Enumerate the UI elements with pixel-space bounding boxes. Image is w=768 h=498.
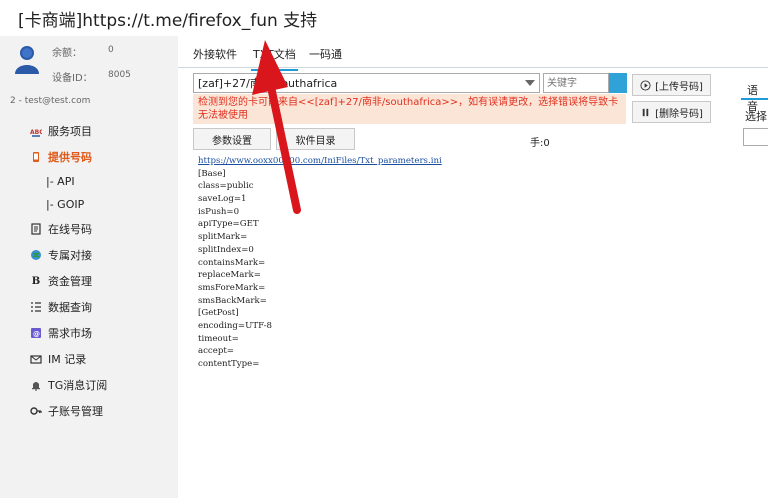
title-bar: [卡商端]https://t.me/firefox_fun 支持 <box>0 0 768 36</box>
sidebar-item-sub-accounts[interactable]: 子账号管理 <box>0 398 178 424</box>
sidebar-item-funds[interactable]: B 资金管理 <box>0 268 178 294</box>
sidebar-item-label: |- GOIP <box>46 198 85 211</box>
doc-line: accept= <box>198 346 234 357</box>
keyword-input[interactable] <box>543 73 609 93</box>
avatar <box>14 44 40 74</box>
sidebar-item-label: 资金管理 <box>48 275 92 288</box>
tab-external-software[interactable]: 外接软件 <box>193 46 237 62</box>
doc-line: apiType=GET <box>198 219 259 230</box>
account-label: 2 - test@test.com <box>10 96 91 106</box>
mail-icon <box>30 353 42 365</box>
upload-numbers-label: [上传号码] <box>655 81 703 93</box>
txt-document-view: https://www.ooxx00000.com/IniFiles/Txt_p… <box>198 156 442 372</box>
doc-line: smsForeMark= <box>198 282 266 293</box>
sidebar-item-label: 服务项目 <box>48 125 92 138</box>
software-directory-button[interactable]: 软件目录 <box>276 128 355 150</box>
sidebar-item-services[interactable]: ABC 服务项目 <box>0 118 178 144</box>
params-settings-button[interactable]: 参数设置 <box>193 128 271 150</box>
svg-text:@: @ <box>33 330 40 338</box>
play-icon <box>640 79 651 91</box>
doc-line: encoding=UTF-8 <box>198 320 273 331</box>
sidebar-item-tg-subscription[interactable]: TG消息订阅 <box>0 372 178 398</box>
b-icon: B <box>31 275 41 287</box>
doc-line: timeout= <box>198 333 239 344</box>
sidebar-item-label: TG消息订阅 <box>48 379 108 392</box>
select-label: 选择 <box>745 110 767 123</box>
sidebar-item-provide-numbers[interactable]: 提供号码 <box>0 144 178 170</box>
doc-line: isPush=0 <box>198 206 240 217</box>
doc-line: [GetPost] <box>198 308 239 319</box>
hand-count: 手:0 <box>530 138 550 149</box>
balance-value: 0 <box>108 45 114 55</box>
doc-line: replaceMark= <box>198 270 261 281</box>
country-select-value: [zaf]+27/南非/southafrica <box>198 77 338 90</box>
doc-line: saveLog=1 <box>198 194 247 205</box>
sidebar-item-label: 子账号管理 <box>48 405 103 418</box>
market-icon: @ <box>30 327 42 339</box>
tab-bar: 外接软件 TXT文档 一码通 <box>178 40 768 71</box>
list-icon <box>30 301 42 313</box>
sidebar-item-label: 数据查询 <box>48 301 92 314</box>
user-icon <box>15 46 39 74</box>
pause-icon <box>642 108 649 116</box>
tab-voice-indicator <box>741 98 768 100</box>
doc-line: splitMark= <box>198 232 248 243</box>
device-id-value: 8005 <box>108 70 131 80</box>
doc-line: smsBackMark= <box>198 295 267 306</box>
doc-line: containsMark= <box>198 257 266 268</box>
detection-warning: 检测到您的卡可能来自<<[zaf]+27/南非/southafrica>>，如有… <box>193 94 626 124</box>
doc-line: contentType= <box>198 359 260 369</box>
sidebar-item-data-query[interactable]: 数据查询 <box>0 294 178 320</box>
sidebar-item-dedicated[interactable]: 专属对接 <box>0 242 178 268</box>
svg-text:ABC: ABC <box>30 129 42 136</box>
sidebar-item-label: 在线号码 <box>48 223 92 236</box>
sidebar-item-label: 需求市场 <box>48 327 92 340</box>
right-panel: 语音 选择 <box>737 76 768 156</box>
upload-numbers-button[interactable]: [上传号码] <box>632 74 711 96</box>
tab-one-code[interactable]: 一码通 <box>309 46 342 62</box>
phone-icon <box>30 151 42 163</box>
window-title: [卡商端]https://t.me/firefox_fun 支持 <box>18 11 318 31</box>
bell-icon <box>30 379 42 391</box>
document-icon <box>30 223 42 235</box>
sidebar-item-online-numbers[interactable]: 在线号码 <box>0 216 178 242</box>
abc-icon: ABC <box>30 125 42 137</box>
key-icon <box>30 405 42 417</box>
balance-label: 余额： <box>52 48 82 59</box>
parameters-file-link[interactable]: https://www.ooxx00000.com/IniFiles/Txt_p… <box>198 156 442 169</box>
globe-icon <box>30 249 42 261</box>
doc-line: class=public <box>198 181 254 192</box>
doc-line: [Base] <box>198 168 226 179</box>
sidebar-item-api[interactable]: |- API <box>0 170 178 193</box>
sidebar-item-im-records[interactable]: IM 记录 <box>0 346 178 372</box>
sidebar-item-label: 专属对接 <box>48 249 92 262</box>
sidebar-item-label: IM 记录 <box>48 353 87 366</box>
sidebar-item-goip[interactable]: |- GOIP <box>0 193 178 216</box>
sidebar-item-label: |- API <box>46 175 75 188</box>
select-input[interactable] <box>743 128 768 146</box>
sidebar-item-label: 提供号码 <box>48 151 92 164</box>
sidebar-item-market[interactable]: @ 需求市场 <box>0 320 178 346</box>
country-select[interactable]: [zaf]+27/南非/southafrica <box>193 73 540 93</box>
tab-txt-document[interactable]: TXT文档 <box>251 46 298 71</box>
delete-numbers-label: [删除号码] <box>655 108 703 120</box>
device-id-label: 设备ID： <box>52 73 93 84</box>
delete-numbers-button[interactable]: [删除号码] <box>632 101 711 123</box>
search-button[interactable] <box>609 73 627 93</box>
sidebar: 余额： 0 设备ID： 8005 2 - test@test.com ABC 服… <box>0 36 178 498</box>
doc-line: splitIndex=0 <box>198 244 254 255</box>
chevron-down-icon[interactable] <box>525 80 535 86</box>
sidebar-nav: ABC 服务项目 提供号码 |- API |- GOIP 在线号码 专属对接 B… <box>0 118 178 424</box>
